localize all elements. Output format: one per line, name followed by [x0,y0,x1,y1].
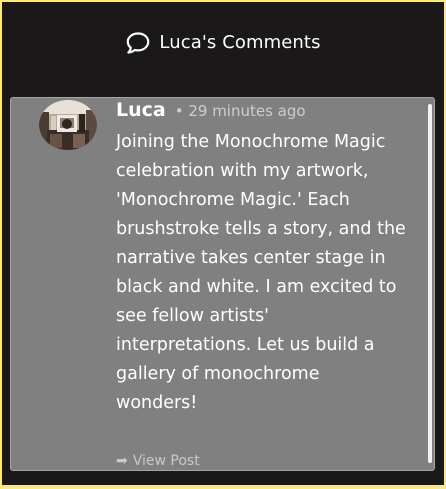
avatar[interactable] [39,100,97,150]
scrollbar[interactable] [428,104,432,463]
view-post-link[interactable]: ➡ View Post [116,453,200,469]
chat-bubble-icon [125,30,151,56]
comment-card: Luca • 29 minutes ago Joining the Monoch… [10,97,435,471]
panel-header: Luca's Comments [2,2,444,82]
author-name[interactable]: Luca [116,99,166,121]
arrow-right-icon: ➡ [116,453,128,469]
comments-panel: Luca's Comments Luca • 29 minutes ago Jo… [2,2,444,485]
comment-meta: Luca • 29 minutes ago [116,99,306,121]
page-title: Luca's Comments [159,31,321,53]
view-post-label: View Post [132,453,200,469]
comment-text: Joining the Monochrome Magic celebration… [116,132,406,413]
comment-timestamp: • 29 minutes ago [174,102,306,120]
